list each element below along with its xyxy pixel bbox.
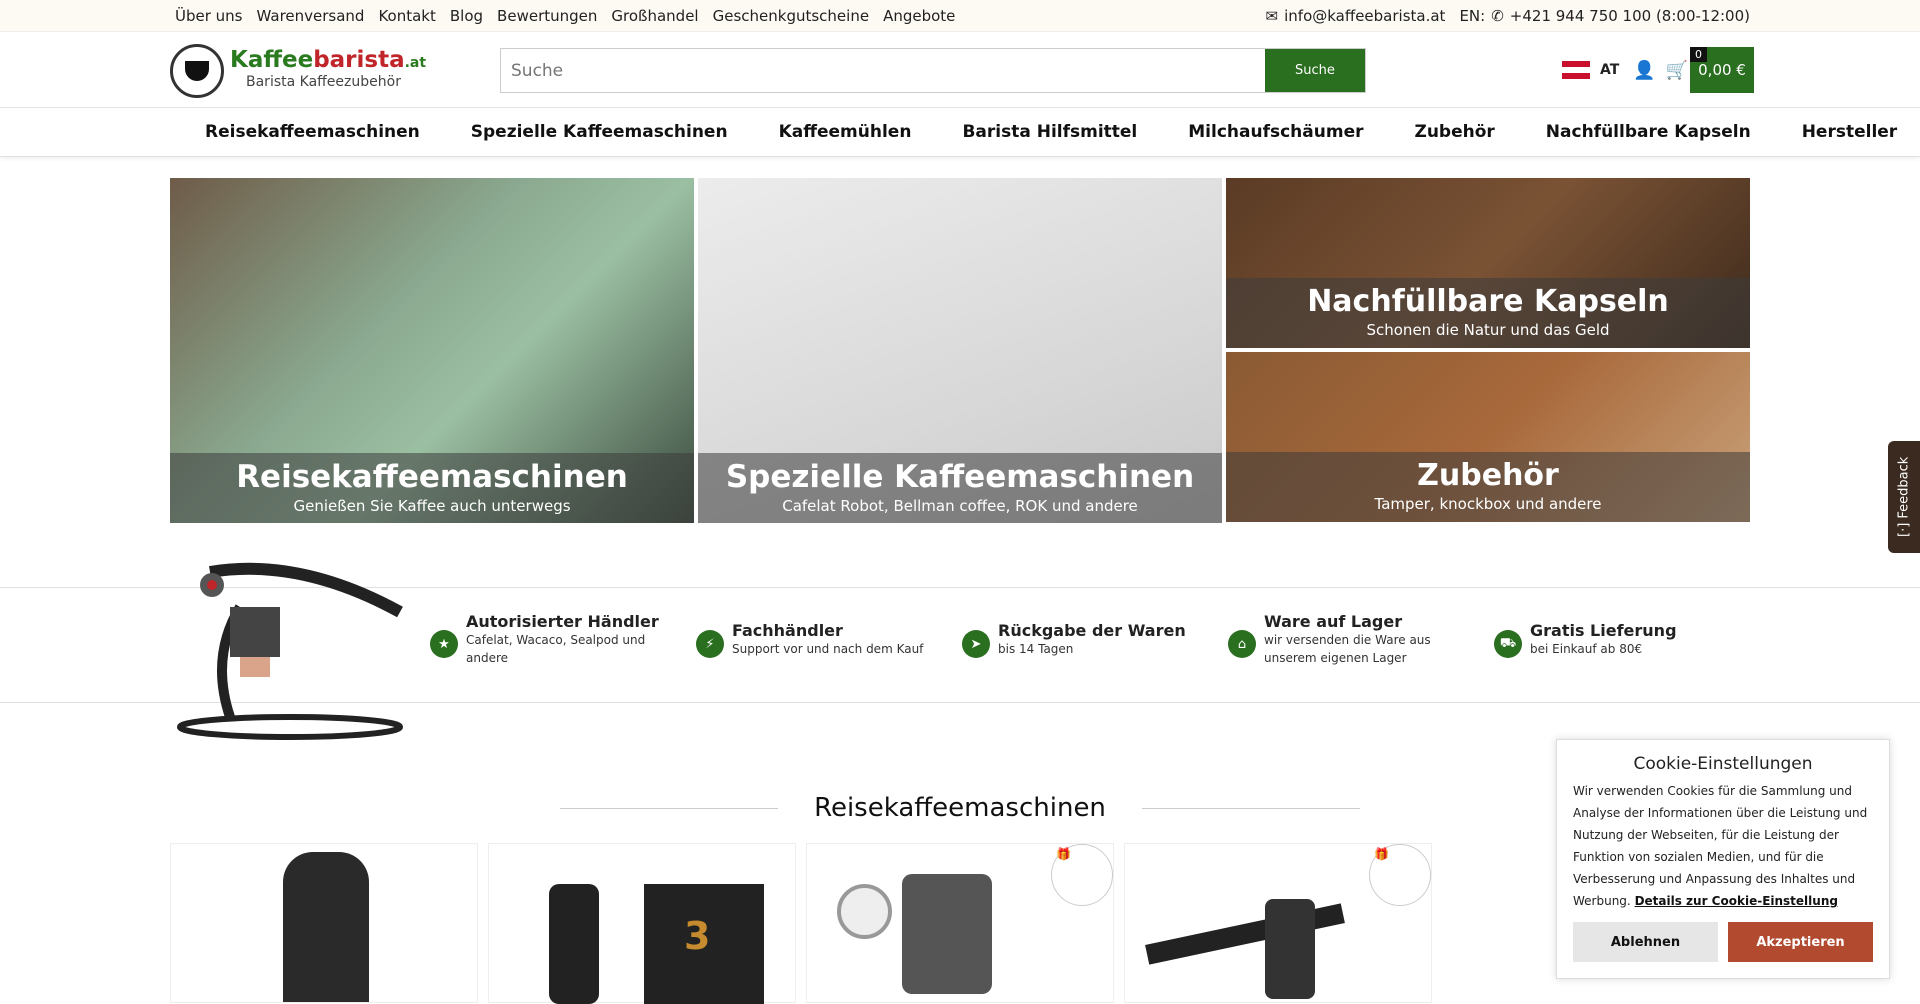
- banner-zubehoer[interactable]: Zubehör Tamper, knockbox und andere: [1226, 352, 1750, 522]
- link-warenversand[interactable]: Warenversand: [257, 7, 365, 25]
- product-image: [283, 852, 369, 1002]
- logo[interactable]: Kaffeebarista.at Barista Kaffeezubehör: [170, 41, 426, 98]
- banner-reisekaffeemaschinen[interactable]: Reisekaffeemaschinen Genießen Sie Kaffee…: [170, 178, 694, 523]
- austria-flag-icon[interactable]: [1562, 61, 1590, 79]
- banner-title: Reisekaffeemaschinen: [236, 459, 628, 495]
- home-icon: ⌂: [1228, 630, 1256, 658]
- logo-name: Kaffeebarista.at: [230, 47, 427, 73]
- divider: [1142, 808, 1360, 809]
- feature-fachhaendler: ⚡ Fachhändler Support vor und nach dem K…: [696, 621, 923, 658]
- link-kontakt[interactable]: Kontakt: [378, 7, 435, 25]
- link-bewertungen[interactable]: Bewertungen: [497, 7, 597, 25]
- main-nav: Reisekaffeemaschinen Spezielle Kaffeemas…: [0, 109, 1920, 157]
- logo-cup-icon: [170, 44, 224, 98]
- top-links: Über uns Warenversand Kontakt Blog Bewer…: [175, 7, 969, 25]
- cookie-details-link[interactable]: Details zur Cookie-Einstellung: [1635, 894, 1838, 908]
- contact-info: ✉ info@kaffeebarista.at EN: ✆ +421 944 7…: [1266, 7, 1750, 25]
- feature-gratis-lieferung: ⛟ Gratis Lieferung bei Einkauf ab 80€: [1494, 621, 1677, 658]
- gift-badge[interactable]: [1051, 844, 1113, 906]
- site-header: Kaffeebarista.at Barista Kaffeezubehör S…: [0, 33, 1920, 108]
- link-geschenkgutscheine[interactable]: Geschenkgutscheine: [713, 7, 869, 25]
- nav-reisekaffeemaschinen[interactable]: Reisekaffeemaschinen: [205, 122, 420, 142]
- product-card[interactable]: 3: [488, 843, 796, 1004]
- feature-rueckgabe: ➤ Rückgabe der Waren bis 14 Tagen: [962, 621, 1186, 658]
- phone-link[interactable]: +421 944 750 100 (8:00-12:00): [1510, 7, 1750, 25]
- banner-subtitle: Genießen Sie Kaffee auch unterwegs: [293, 497, 571, 515]
- cart-icon[interactable]: 🛒: [1666, 60, 1688, 81]
- nav-zubehoer[interactable]: Zubehör: [1415, 122, 1495, 142]
- lever-espresso-machine-image: [177, 562, 403, 740]
- bolt-icon: ⚡: [696, 630, 724, 658]
- banner-title: Zubehör: [1417, 458, 1559, 493]
- product-card[interactable]: [170, 843, 478, 1003]
- truck-icon: ⛟: [1494, 630, 1522, 658]
- cookie-title: Cookie-Einstellungen: [1633, 754, 1813, 774]
- phone-icon: ✆: [1491, 7, 1504, 25]
- banner-title: Nachfüllbare Kapseln: [1307, 284, 1669, 319]
- cookie-dialog: Cookie-Einstellungen Wir verwenden Cooki…: [1556, 739, 1890, 979]
- cookie-body: Wir verwenden Cookies für die Sammlung u…: [1573, 784, 1868, 908]
- cart-total-button[interactable]: 0 0,00 €: [1690, 47, 1754, 93]
- header-actions: AT 👤 🛒 0 0,00 €: [1562, 47, 1754, 93]
- cookie-accept-button[interactable]: Akzeptieren: [1728, 922, 1873, 962]
- nav-nachfuellbare-kapseln[interactable]: Nachfüllbare Kapseln: [1546, 122, 1751, 142]
- link-angebote[interactable]: Angebote: [883, 7, 955, 25]
- feature-autorisierter-haendler: ★ Autorisierter Händler Cafelat, Wacaco,…: [430, 612, 659, 667]
- top-bar: Über uns Warenversand Kontakt Blog Bewer…: [0, 0, 1920, 32]
- gift-badge[interactable]: [1369, 844, 1431, 906]
- nav-kaffeemuehlen[interactable]: Kaffeemühlen: [779, 122, 912, 142]
- send-icon: ➤: [962, 630, 990, 658]
- product-image: [837, 884, 892, 939]
- language-selector[interactable]: AT: [1600, 62, 1619, 78]
- nav-barista-hilfsmittel[interactable]: Barista Hilfsmittel: [962, 122, 1137, 142]
- search-button[interactable]: Suche: [1265, 49, 1365, 92]
- link-grosshandel[interactable]: Großhandel: [611, 7, 698, 25]
- star-icon: ★: [430, 630, 458, 658]
- link-blog[interactable]: Blog: [450, 7, 483, 25]
- cookie-reject-button[interactable]: Ablehnen: [1573, 922, 1718, 962]
- product-card[interactable]: [806, 843, 1114, 1003]
- nav-milchaufschaeumer[interactable]: Milchaufschäumer: [1188, 122, 1363, 142]
- product-image: [549, 884, 599, 1004]
- nav-spezielle-kaffeemaschinen[interactable]: Spezielle Kaffeemaschinen: [471, 122, 728, 142]
- mail-icon: ✉: [1265, 7, 1279, 25]
- product-card[interactable]: [1124, 843, 1432, 1003]
- banner-subtitle: Cafelat Robot, Bellman coffee, ROK und a…: [782, 497, 1138, 515]
- banner-nachfuellbare-kapseln[interactable]: Nachfüllbare Kapseln Schonen die Natur u…: [1226, 178, 1750, 348]
- cart-total: 0,00 €: [1698, 61, 1746, 79]
- feature-ware-auf-lager: ⌂ Ware auf Lager wir versenden die Ware …: [1228, 612, 1464, 667]
- nav-hersteller[interactable]: Hersteller: [1802, 122, 1897, 142]
- phone-prefix: EN:: [1459, 7, 1486, 25]
- email-link[interactable]: info@kaffeebarista.at: [1284, 7, 1445, 25]
- feedback-tab[interactable]: [·] Feedback: [1888, 441, 1920, 553]
- logo-subtitle: Barista Kaffeezubehör: [246, 74, 401, 90]
- search-bar: Suche: [500, 48, 1366, 93]
- cart-count-badge: 0: [1690, 47, 1707, 62]
- link-ueber-uns[interactable]: Über uns: [175, 7, 243, 25]
- user-icon[interactable]: 👤: [1633, 60, 1655, 81]
- banner-subtitle: Tamper, knockbox und andere: [1374, 495, 1602, 513]
- banner-spezielle-kaffeemaschinen[interactable]: Spezielle Kaffeemaschinen Cafelat Robot,…: [698, 178, 1222, 523]
- banner-subtitle: Schonen die Natur und das Geld: [1366, 321, 1610, 339]
- banner-title: Spezielle Kaffeemaschinen: [725, 459, 1195, 495]
- search-input[interactable]: [501, 49, 1265, 92]
